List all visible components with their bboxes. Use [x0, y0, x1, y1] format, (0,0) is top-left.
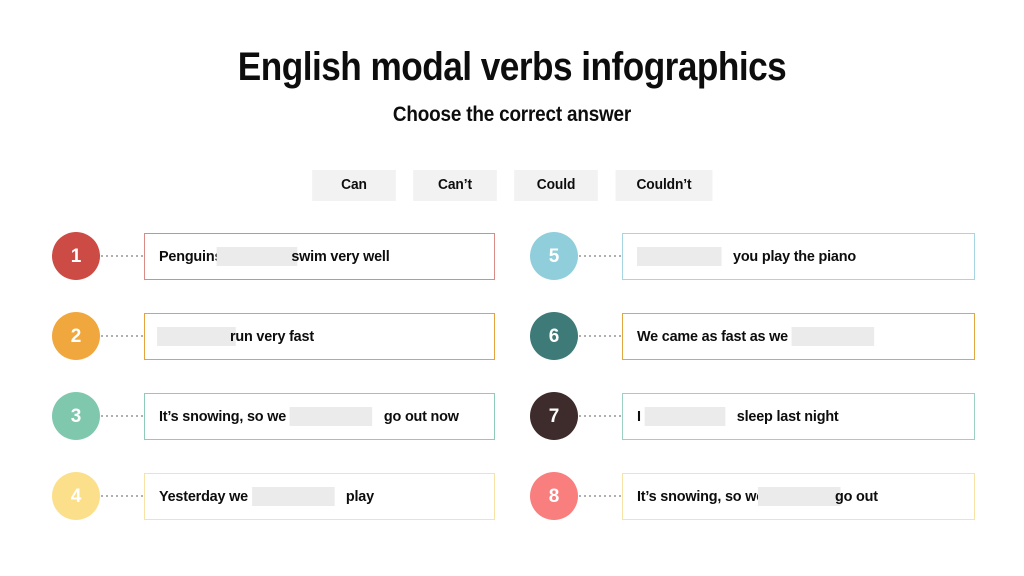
- question-card[interactable]: you play the piano: [622, 232, 975, 280]
- dotted-connector-line: [578, 335, 622, 337]
- question-card[interactable]: I run very fast: [144, 312, 495, 360]
- answer-blank[interactable]: [758, 486, 841, 506]
- sentence-text-after-blank: play: [345, 487, 374, 505]
- question-row: 6 We came as fast as we: [530, 308, 975, 364]
- question-sentence: It’s snowing, so we go out now: [159, 406, 459, 426]
- question-number-badge: 2: [52, 312, 100, 360]
- dotted-connector-line: [100, 255, 144, 257]
- question-sentence: Penguins swim very well: [159, 246, 390, 266]
- question-sentence: We came as fast as we: [637, 326, 875, 346]
- answer-blank[interactable]: [791, 326, 875, 346]
- answer-blank[interactable]: [216, 246, 298, 266]
- infographic-slide: English modal verbs infographics Choose …: [0, 0, 1024, 576]
- word-bank-chip[interactable]: Couldn’t: [615, 170, 712, 202]
- answer-blank[interactable]: [251, 486, 335, 506]
- answer-blank[interactable]: [289, 406, 373, 426]
- page-title: English modal verbs infographics: [237, 45, 787, 89]
- question-number-badge: 8: [530, 472, 578, 520]
- sentence-text-before-blank: We came as fast as we: [637, 327, 792, 345]
- question-row: 7 I sleep last night: [530, 388, 975, 444]
- dotted-connector-line: [578, 495, 622, 497]
- question-row: 4 Yesterday we play: [52, 468, 495, 524]
- question-number-badge: 5: [530, 232, 578, 280]
- question-sentence: It’s snowing, so we go out: [637, 486, 878, 506]
- dotted-connector-line: [578, 415, 622, 417]
- sentence-text-after-blank: run very fast: [229, 327, 314, 345]
- word-bank-chip[interactable]: Can’t: [412, 170, 497, 202]
- dotted-connector-line: [100, 415, 144, 417]
- dotted-connector-line: [100, 495, 144, 497]
- question-row: 2 I run very fast: [52, 308, 495, 364]
- question-number-badge: 3: [52, 392, 100, 440]
- question-card[interactable]: It’s snowing, so we go out: [622, 472, 975, 520]
- question-number-badge: 1: [52, 232, 100, 280]
- dotted-connector-line: [100, 335, 144, 337]
- question-column-left: 1 Penguins swim very well 2 I run very fast…: [52, 228, 495, 548]
- word-bank-chip[interactable]: Could: [513, 170, 598, 202]
- question-row: 5 you play the piano: [530, 228, 975, 284]
- word-bank: Can Can’t Could Couldn’t: [0, 170, 1024, 202]
- question-sentence: I run very fast: [157, 326, 314, 346]
- question-row: 3 It’s snowing, so we go out now: [52, 388, 495, 444]
- header: English modal verbs infographics Choose …: [0, 45, 1024, 127]
- dotted-connector-line: [578, 255, 622, 257]
- question-row: 8 It’s snowing, so we go out: [530, 468, 975, 524]
- word-bank-chip[interactable]: Can: [311, 170, 396, 202]
- answer-blank[interactable]: [157, 326, 236, 346]
- question-card[interactable]: Yesterday we play: [144, 472, 495, 520]
- sentence-text-after-blank: sleep last night: [736, 407, 839, 425]
- page-subtitle: Choose the correct answer: [392, 103, 632, 127]
- question-number-badge: 6: [530, 312, 578, 360]
- sentence-text-before-blank: Yesterday we: [159, 487, 252, 505]
- sentence-text-after-blank: go out now: [383, 407, 459, 425]
- sentence-text-before-blank: It’s snowing, so we: [159, 407, 290, 425]
- question-card[interactable]: We came as fast as we: [622, 312, 975, 360]
- answer-blank[interactable]: [644, 406, 726, 426]
- sentence-text-before-blank: I: [637, 407, 645, 425]
- question-row: 1 Penguins swim very well: [52, 228, 495, 284]
- question-number-badge: 4: [52, 472, 100, 520]
- question-column-right: 5 you play the piano 6 We came as fast as w…: [530, 228, 975, 548]
- question-sentence: I sleep last night: [637, 406, 839, 426]
- sentence-text-after-blank: you play the piano: [733, 247, 856, 265]
- sentence-text-before-blank: It’s snowing, so we: [637, 487, 768, 505]
- answer-blank[interactable]: [637, 246, 722, 266]
- sentence-text-after-blank: go out: [835, 487, 878, 505]
- question-card[interactable]: It’s snowing, so we go out now: [144, 392, 495, 440]
- question-card[interactable]: Penguins swim very well: [144, 232, 495, 280]
- question-card[interactable]: I sleep last night: [622, 392, 975, 440]
- question-sentence: Yesterday we play: [159, 486, 374, 506]
- question-sentence: you play the piano: [637, 246, 856, 266]
- sentence-text-after-blank: swim very well: [291, 247, 390, 265]
- question-number-badge: 7: [530, 392, 578, 440]
